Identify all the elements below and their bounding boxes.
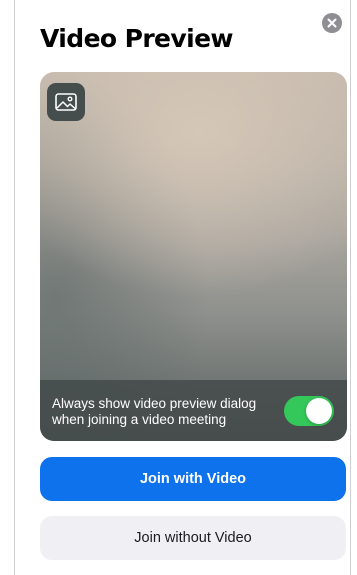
join-without-video-button[interactable]: Join without Video	[40, 516, 346, 560]
preview-setting-label-line2: when joining a video meeting	[52, 412, 227, 427]
image-icon	[55, 93, 77, 111]
page-title: Video Preview	[40, 24, 234, 53]
join-with-video-button[interactable]: Join with Video	[40, 457, 346, 501]
frame-edge-left	[14, 0, 15, 575]
preview-setting-label-line1: Always show video preview dialog	[52, 396, 257, 411]
close-button[interactable]	[322, 13, 342, 33]
close-icon	[327, 18, 337, 28]
always-show-preview-toggle[interactable]	[284, 396, 334, 426]
frame-edge-right	[350, 0, 351, 575]
preview-setting-label: Always show video preview dialog when jo…	[52, 396, 292, 428]
virtual-background-button[interactable]	[47, 83, 85, 121]
preview-setting-bar: Always show video preview dialog when jo…	[40, 380, 347, 441]
video-preview: Always show video preview dialog when jo…	[40, 72, 347, 441]
toggle-knob	[306, 398, 332, 424]
